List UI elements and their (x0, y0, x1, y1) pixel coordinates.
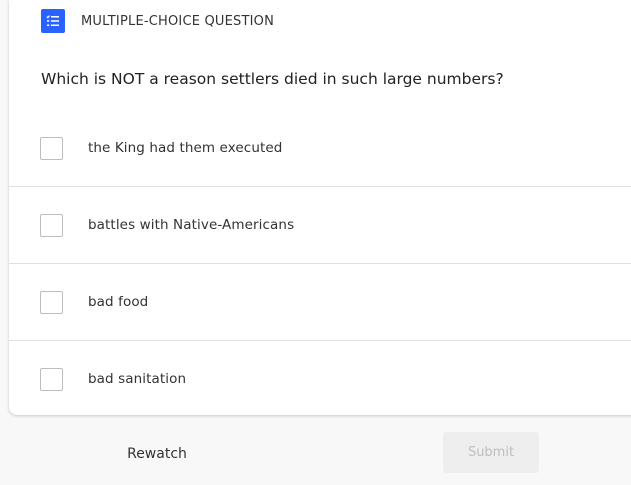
question-type-label: MULTIPLE-CHOICE QUESTION (81, 13, 275, 29)
question-card: MULTIPLE-CHOICE QUESTION Which is NOT a … (9, 0, 631, 415)
question-text: Which is NOT a reason settlers died in s… (41, 70, 504, 88)
answer-option[interactable]: bad sanitation (9, 341, 631, 417)
answer-option[interactable]: the King had them executed (9, 110, 631, 187)
answer-checkbox[interactable] (40, 136, 63, 160)
answer-option[interactable]: battles with Native-Americans (9, 187, 631, 264)
answer-option-label: bad sanitation (88, 371, 187, 387)
answer-checkbox[interactable] (40, 367, 63, 391)
question-type-header: MULTIPLE-CHOICE QUESTION (41, 9, 274, 33)
answer-option[interactable]: bad food (9, 264, 631, 341)
answer-checkbox[interactable] (40, 213, 63, 237)
answer-checkbox[interactable] (40, 290, 63, 314)
answer-option-label: battles with Native-Americans (88, 217, 295, 233)
submit-button[interactable]: Submit (443, 432, 539, 473)
rewatch-button[interactable]: Rewatch (118, 440, 196, 468)
answer-option-label: bad food (88, 294, 149, 310)
checklist-icon (41, 9, 65, 33)
answer-option-label: the King had them executed (88, 140, 283, 156)
